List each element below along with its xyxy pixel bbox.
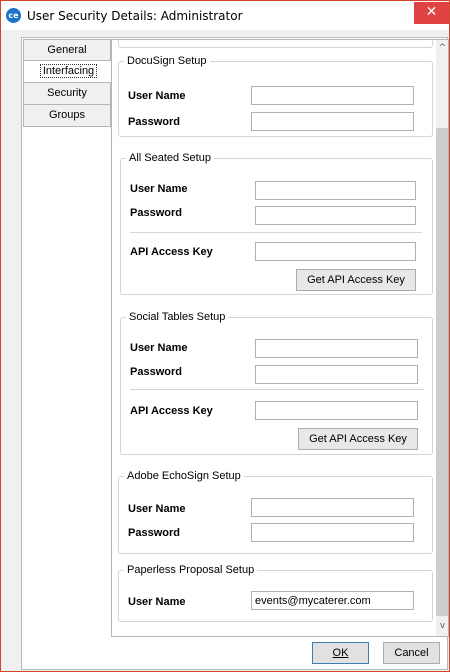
all-seated-password-input[interactable] [255,206,416,225]
social-tables-legend: Social Tables Setup [129,311,226,323]
social-tables-password-input[interactable] [255,365,418,384]
ok-button[interactable]: OK [312,642,369,664]
interfacing-panel: DocuSign Setup User Name Password All Se… [111,39,449,637]
scroll-up-icon[interactable]: ^ [436,40,448,56]
docusign-password-label: Password [128,116,180,128]
tab-general-label: General [47,44,87,56]
social-tables-get-api-key-button[interactable]: Get API Access Key [298,428,418,450]
paperless-proposal-user-name-label: User Name [128,596,186,608]
paperless-proposal-user-name-input[interactable] [251,591,414,610]
social-tables-password-label: Password [130,366,182,378]
scroll-down-icon[interactable]: v [436,618,448,634]
social-tables-user-name-label: User Name [130,342,188,354]
adobe-echosign-legend: Adobe EchoSign Setup [127,470,241,482]
adobe-echosign-user-name-input[interactable] [251,498,414,517]
previous-group-edge [118,40,433,48]
all-seated-password-label: Password [130,207,182,219]
adobe-echosign-password-label: Password [128,527,180,539]
tab-groups[interactable]: Groups [23,105,111,127]
social-tables-user-name-input[interactable] [255,339,418,358]
docusign-password-input[interactable] [251,112,414,131]
paperless-proposal-legend: Paperless Proposal Setup [127,564,255,576]
interfacing-scroll-content: DocuSign Setup User Name Password All Se… [112,40,436,636]
tab-interfacing-label: Interfacing [39,64,98,78]
user-security-details-window: ce User Security Details: Administrator … [0,0,450,672]
adobe-echosign-password-input[interactable] [251,523,414,542]
tab-security-label: Security [47,87,87,99]
ok-button-label: OK [332,647,349,659]
all-seated-get-api-key-button[interactable]: Get API Access Key [296,269,416,291]
adobe-echosign-user-name-label: User Name [128,503,186,515]
all-seated-api-key-input[interactable] [255,242,416,261]
tab-security[interactable]: Security [23,83,111,105]
cancel-button-label: Cancel [394,647,429,659]
tab-interfacing[interactable]: Interfacing [23,61,113,83]
all-seated-user-name-input[interactable] [255,181,416,200]
social-tables-separator [130,389,424,390]
tab-groups-label: Groups [48,109,86,121]
ce-logo-icon: ce [6,8,21,23]
all-seated-user-name-label: User Name [130,183,188,195]
close-button[interactable]: ✕ [414,2,449,24]
tab-strip: General Interfacing Security Groups [23,39,113,127]
all-seated-api-key-label: API Access Key [130,246,213,258]
docusign-user-name-label: User Name [128,90,186,102]
title-bar: ce User Security Details: Administrator … [1,1,449,30]
scrollbar-thumb[interactable] [436,128,448,616]
all-seated-legend: All Seated Setup [129,152,211,164]
docusign-legend: DocuSign Setup [127,55,207,67]
docusign-user-name-input[interactable] [251,86,414,105]
social-tables-api-key-input[interactable] [255,401,418,420]
window-title: User Security Details: Administrator [27,9,243,23]
all-seated-separator [130,232,422,233]
tab-general[interactable]: General [23,39,111,61]
vertical-scrollbar[interactable]: ^ v [436,40,448,636]
cancel-button[interactable]: Cancel [383,642,440,664]
social-tables-api-key-label: API Access Key [130,405,213,417]
